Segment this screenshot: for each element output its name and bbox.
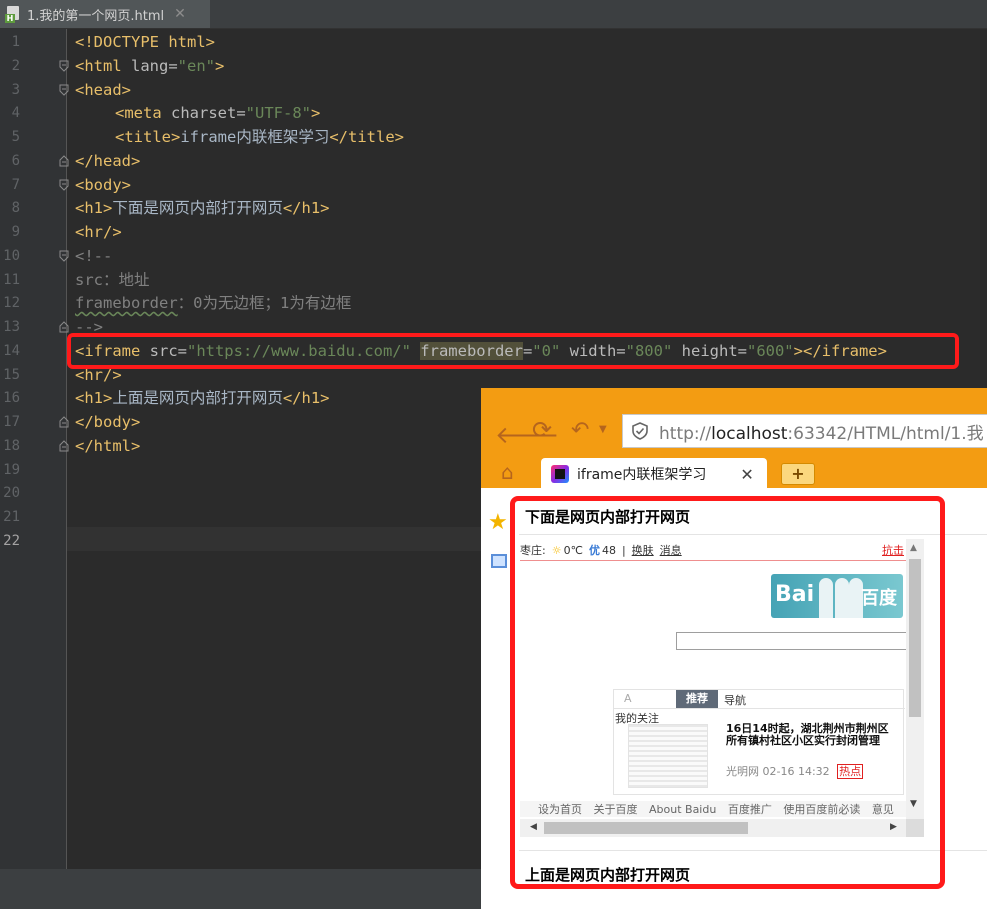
code-line-1: <!DOCTYPE html> [75,33,215,51]
line-number: 1 [11,34,20,50]
line-number: 20 [3,485,20,501]
monitor-icon[interactable] [491,554,507,568]
code-line-6: </head> [75,152,141,170]
line-number: 11 [3,272,20,288]
line-number: 4 [11,105,20,121]
line-number: 2 [11,58,20,74]
iframe-result-highlight-box [510,496,945,889]
line-number: 5 [11,129,20,145]
close-icon[interactable]: ✕ [740,465,753,484]
line-number: 7 [11,177,20,193]
line-number: 3 [11,82,20,98]
browser-tab[interactable]: iframe内联框架学习 ✕ [541,458,767,490]
code-line-9: <hr/> [75,223,122,241]
line-number: 15 [3,367,20,383]
fold-expand-icon[interactable] [59,84,69,96]
line-number: 10 [3,248,20,264]
code-line-5: <title>iframe内联框架学习</title> [115,128,404,146]
fold-collapse-icon[interactable] [59,155,69,167]
code-line-17: </body> [75,413,141,431]
fold-collapse-icon[interactable] [59,440,69,452]
line-number: 16 [3,390,20,406]
refresh-icon[interactable]: ⟳ [532,416,552,444]
browser-toolbar: 🡐 ⟳ ↶ ▼ http://localhost:63342/HTML/html… [481,388,987,490]
fold-expand-icon[interactable] [59,60,69,72]
fold-expand-icon[interactable] [59,250,69,262]
code-line-11: src：地址 [75,271,150,289]
file-tab-label: 1.我的第一个网页.html [27,8,165,24]
line-number: 12 [3,295,20,311]
home-icon[interactable]: ⌂ [501,460,514,484]
new-tab-button[interactable]: + [781,463,815,485]
editor-tab-bar: H 1.我的第一个网页.html ✕ [0,0,987,29]
file-tab[interactable]: H 1.我的第一个网页.html ✕ [0,0,210,28]
code-line-18: </html> [75,437,141,455]
browser-tab-title: iframe内联框架学习 [577,467,707,483]
undo-icon[interactable]: ↶ [571,418,589,443]
close-tab-icon[interactable]: ✕ [174,6,186,22]
code-line-8: <h1>下面是网页内部打开网页</h1> [75,199,330,217]
line-number: 6 [11,153,20,169]
line-number: 9 [11,224,20,240]
address-bar[interactable]: http://localhost:63342/HTML/html/1.我 [622,414,987,448]
code-line-3: <head> [75,81,131,99]
fold-collapse-icon[interactable] [59,321,69,333]
chevron-down-icon[interactable]: ▼ [599,424,607,435]
code-line-7: <body> [75,176,131,194]
html-file-icon: H [5,6,21,23]
intellij-icon [551,465,569,483]
line-number: 8 [11,200,20,216]
line-number: 13 [3,319,20,335]
code-line-4: <meta charset="UTF-8"> [115,104,321,122]
line-number: 17 [3,414,20,430]
iframe-line-highlight-box [67,333,959,369]
line-number: 22 [3,533,20,549]
address-url: http://localhost:63342/HTML/html/1.我 [659,423,984,444]
line-number: 14 [3,343,20,359]
shield-icon [632,422,648,440]
star-icon[interactable]: ★ [488,510,508,535]
code-line-10: <!-- [75,247,113,265]
line-number: 19 [3,462,20,478]
line-number: 21 [3,509,20,525]
code-line-12: frameborder：0为无边框；1为有边框 [75,294,352,312]
code-line-2: <html lang="en"> [75,57,225,75]
fold-collapse-icon[interactable] [59,416,69,428]
fold-expand-icon[interactable] [59,179,69,191]
line-number: 18 [3,438,20,454]
code-line-16: <h1>上面是网页内部打开网页</h1> [75,389,330,407]
